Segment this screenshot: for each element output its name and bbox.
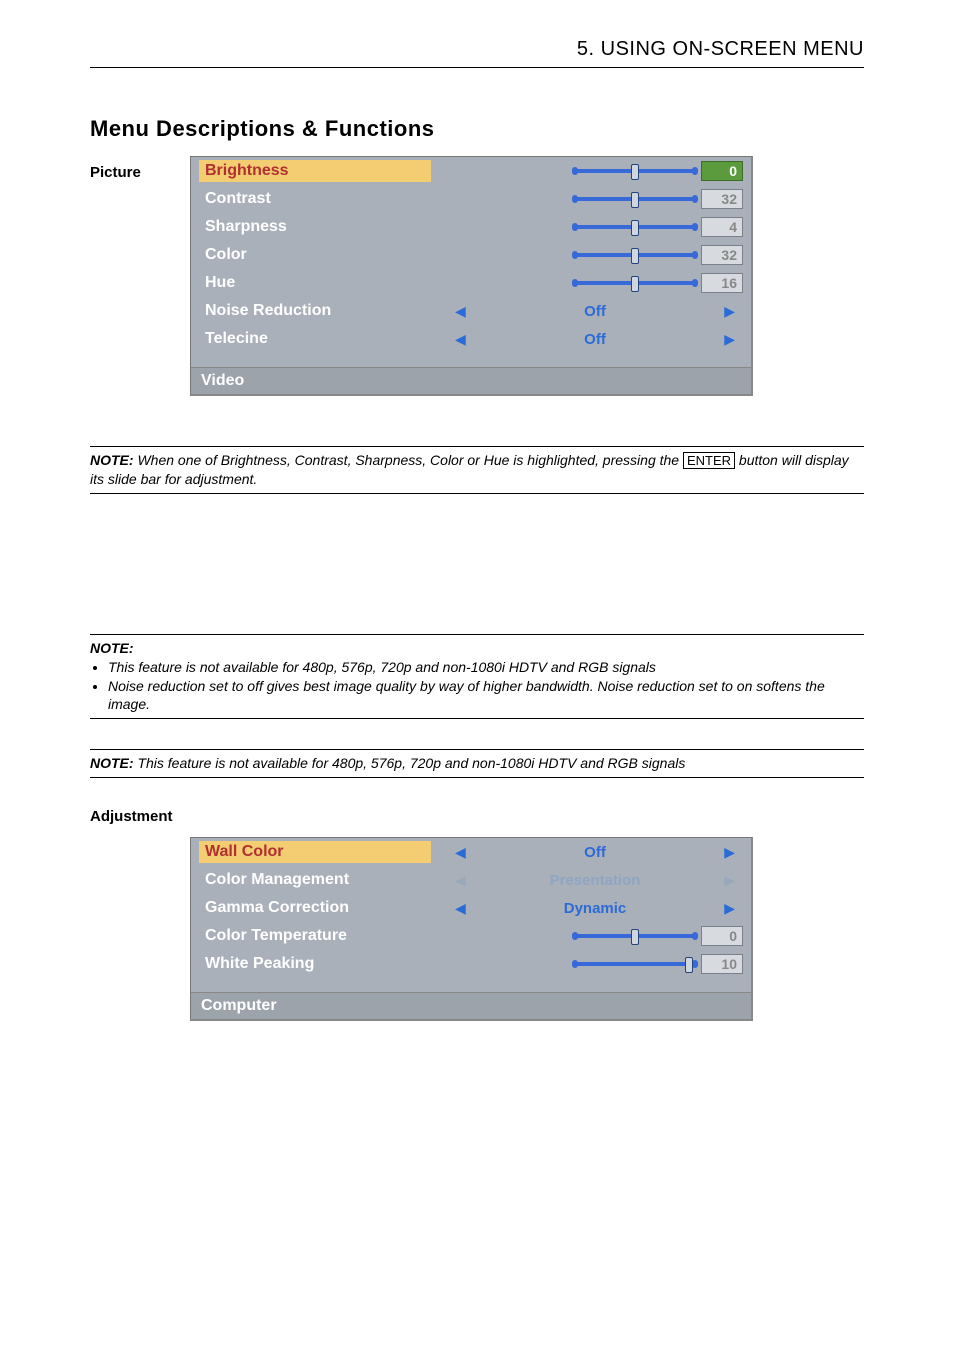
arrow-right-icon[interactable]: ▶ [720,901,739,915]
osd-row[interactable]: Wall Color◀Off▶ [191,838,751,866]
slider[interactable] [575,959,695,969]
osd-row-controls: 0 [431,926,743,946]
osd-row-controls: 32 [431,189,743,209]
slider-thumb[interactable] [685,957,693,973]
osd-row[interactable]: White Peaking 10 [191,950,751,978]
arrow-right-icon[interactable]: ▶ [720,332,739,346]
slider[interactable] [575,278,695,288]
enter-key-box: ENTER [683,452,735,469]
option-value: Off [470,331,720,348]
arrow-right-icon[interactable]: ▶ [720,873,739,887]
option-row: ◀Off▶ [431,331,743,348]
value-box: 0 [701,161,743,181]
option-row: ◀Off▶ [431,303,743,320]
osd-row-controls: ◀Off▶ [431,331,743,348]
osd-row-label: Brightness [199,160,431,182]
osd-footer: Video [191,367,751,394]
picture-section-label: Picture [90,164,190,181]
osd-footer: Computer [191,992,751,1019]
slider-thumb[interactable] [631,164,639,180]
osd-row-label: White Peaking [199,953,431,975]
osd-row-label: Sharpness [199,216,431,238]
slider[interactable] [575,222,695,232]
chapter-header: 5. USING ON-SCREEN MENU [90,20,864,68]
slider-thumb[interactable] [631,248,639,264]
value-box: 4 [701,217,743,237]
osd-row-label: Color [199,244,431,266]
osd-row-controls: 32 [431,245,743,265]
note-3: NOTE: This feature is not available for … [90,749,864,778]
arrow-left-icon[interactable]: ◀ [451,304,470,318]
option-value: Off [470,303,720,320]
note-3-text: This feature is not available for 480p, … [137,755,685,771]
option-value: Dynamic [470,900,720,917]
osd-row-label: Telecine [199,328,431,350]
osd-row-controls: 16 [431,273,743,293]
osd-row-controls: ◀Off▶ [431,844,743,861]
osd-row-controls: 0 [431,161,743,181]
arrow-left-icon[interactable]: ◀ [451,873,470,887]
arrow-left-icon[interactable]: ◀ [451,845,470,859]
option-row: ◀Presentation▶ [431,872,743,889]
note-list-item: This feature is not available for 480p, … [108,658,864,677]
osd-row[interactable]: Color Management◀Presentation▶ [191,866,751,894]
osd-row-controls: 4 [431,217,743,237]
osd-row-controls: ◀Presentation▶ [431,872,743,889]
value-box: 10 [701,954,743,974]
osd-row[interactable]: Brightness 0 [191,157,751,185]
note-lead: NOTE: [90,452,134,468]
osd-row-label: Noise Reduction [199,300,431,322]
slider[interactable] [575,166,695,176]
arrow-left-icon[interactable]: ◀ [451,332,470,346]
note-1: NOTE: When one of Brightness, Contrast, … [90,446,864,494]
arrow-left-icon[interactable]: ◀ [451,901,470,915]
osd-row[interactable]: Contrast 32 [191,185,751,213]
osd-row-controls: ◀Off▶ [431,303,743,320]
page-title: Menu Descriptions & Functions [90,116,864,142]
osd-row-label: Wall Color [199,841,431,863]
value-box: 32 [701,189,743,209]
note-lead: NOTE: [90,755,134,771]
osd-row[interactable]: Telecine◀Off▶ [191,325,751,353]
osd-row[interactable]: Gamma Correction◀Dynamic▶ [191,894,751,922]
osd-row-controls: 10 [431,954,743,974]
osd-row[interactable]: Color Temperature 0 [191,922,751,950]
option-value: Off [470,844,720,861]
value-box: 32 [701,245,743,265]
slider-thumb[interactable] [631,276,639,292]
slider[interactable] [575,250,695,260]
osd-row-label: Contrast [199,188,431,210]
osd-row-label: Hue [199,272,431,294]
slider[interactable] [575,194,695,204]
osd-row-label: Gamma Correction [199,897,431,919]
adjustment-section-label: Adjustment [90,808,864,825]
option-row: ◀Off▶ [431,844,743,861]
arrow-right-icon[interactable]: ▶ [720,845,739,859]
slider-thumb[interactable] [631,192,639,208]
note-2: NOTE: This feature is not available for … [90,634,864,720]
note-list-item: Noise reduction set to off gives best im… [108,677,864,715]
option-value: Presentation [470,872,720,889]
value-box: 16 [701,273,743,293]
option-row: ◀Dynamic▶ [431,900,743,917]
note-lead: NOTE: [90,640,134,656]
slider-thumb[interactable] [631,929,639,945]
slider-thumb[interactable] [631,220,639,236]
osd-row[interactable]: Color 32 [191,241,751,269]
osd-adjustment-panel: Wall Color◀Off▶Color Management◀Presenta… [190,837,753,1021]
osd-row[interactable]: Hue 16 [191,269,751,297]
osd-row-label: Color Management [199,869,431,891]
osd-row[interactable]: Sharpness 4 [191,213,751,241]
note-1-text-a: When one of Brightness, Contrast, Sharpn… [137,452,683,468]
osd-row-controls: ◀Dynamic▶ [431,900,743,917]
osd-row-label: Color Temperature [199,925,431,947]
osd-picture-panel: Brightness 0 Contrast 32 Sharpness 4 Color 32 Hu… [190,156,753,396]
value-box: 0 [701,926,743,946]
osd-row[interactable]: Noise Reduction◀Off▶ [191,297,751,325]
slider[interactable] [575,931,695,941]
arrow-right-icon[interactable]: ▶ [720,304,739,318]
